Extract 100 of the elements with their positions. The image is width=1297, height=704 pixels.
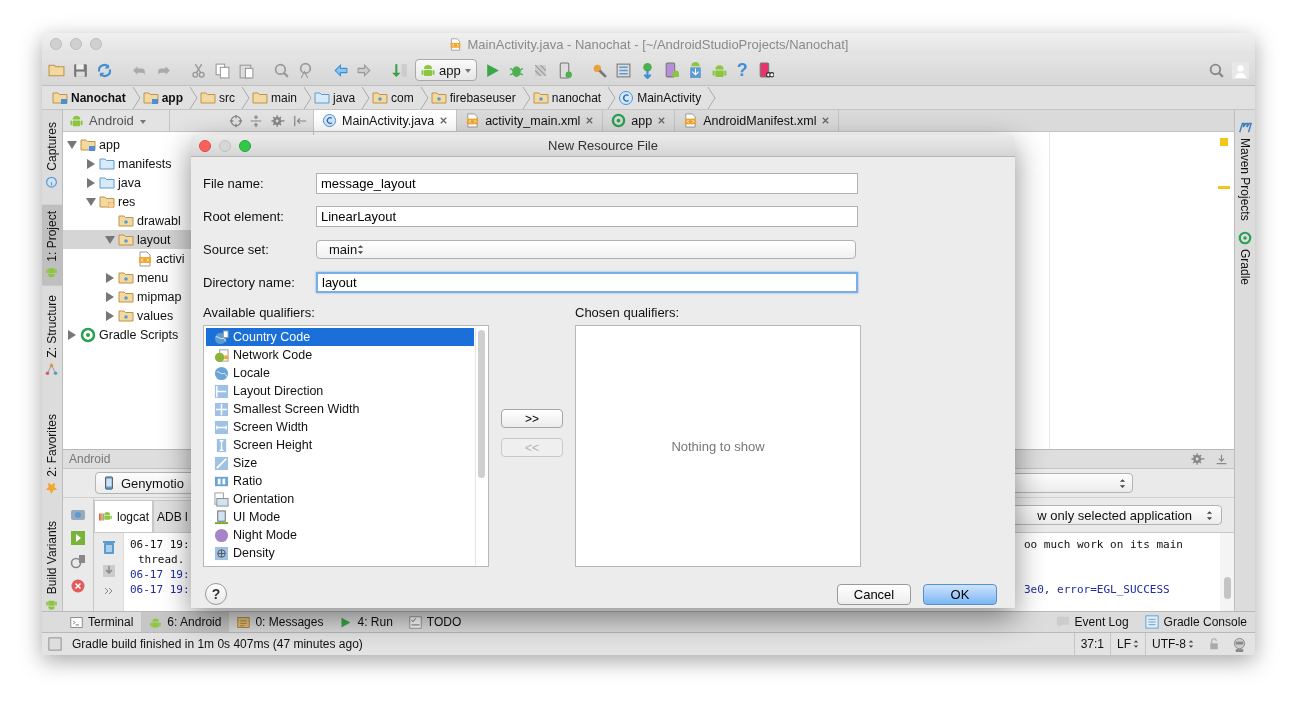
tool-window-tab[interactable]: 2: Favorites bbox=[42, 408, 62, 501]
tool-window-tab[interactable]: Z: Structure bbox=[42, 289, 62, 383]
breadcrumb-item[interactable]: main bbox=[250, 86, 313, 109]
close-icon[interactable] bbox=[585, 116, 595, 125]
close-icon[interactable] bbox=[657, 116, 667, 125]
screen-record-icon[interactable] bbox=[70, 554, 86, 570]
hide-icon[interactable] bbox=[293, 113, 307, 128]
record-icon[interactable] bbox=[70, 530, 86, 546]
text-field[interactable]: LinearLayout bbox=[316, 206, 858, 227]
tool-window-tab[interactable]: 6: Android bbox=[141, 612, 230, 632]
stop-icon[interactable] bbox=[70, 578, 86, 594]
tool-window-tab[interactable]: Event Log bbox=[1047, 612, 1137, 632]
expand-arrow-icon[interactable] bbox=[105, 271, 115, 284]
sync-icon[interactable] bbox=[96, 61, 113, 79]
locate-icon[interactable] bbox=[229, 113, 243, 128]
run-config-dropdown[interactable]: app bbox=[415, 59, 477, 81]
scrollbar-thumb[interactable] bbox=[478, 330, 485, 478]
panel-tab[interactable]: ADB l bbox=[153, 500, 192, 532]
tool-window-tab[interactable]: Gradle Console bbox=[1136, 612, 1255, 632]
expand-arrow-icon[interactable] bbox=[105, 309, 115, 322]
window-control-button[interactable] bbox=[70, 38, 82, 50]
breadcrumb-item[interactable]: java bbox=[312, 86, 371, 109]
editor-tab[interactable]: app bbox=[603, 110, 676, 131]
copy-icon[interactable] bbox=[214, 61, 231, 79]
back-arrow-icon[interactable] bbox=[332, 61, 349, 79]
breadcrumb-item[interactable]: Nanochat bbox=[50, 86, 141, 109]
tool-window-tab[interactable]: TODO bbox=[400, 612, 470, 632]
close-icon[interactable] bbox=[821, 116, 831, 125]
breadcrumb-item[interactable]: MainActivity bbox=[616, 86, 717, 109]
forward-arrow-icon[interactable] bbox=[356, 61, 373, 79]
trash-icon[interactable] bbox=[100, 539, 117, 555]
breadcrumb-item[interactable]: app bbox=[140, 86, 199, 109]
collapse-arrow-icon[interactable] bbox=[105, 233, 115, 246]
ok-button[interactable]: OK bbox=[923, 583, 997, 605]
list-item[interactable]: Size bbox=[206, 454, 474, 472]
line-separator-selector[interactable]: LF bbox=[1117, 637, 1131, 651]
search-icon[interactable] bbox=[1208, 61, 1225, 79]
list-item[interactable]: UI Mode bbox=[206, 508, 474, 526]
warning-marker[interactable] bbox=[1218, 186, 1230, 189]
window-control-button[interactable] bbox=[50, 38, 62, 50]
updown-icon[interactable] bbox=[1133, 639, 1139, 649]
cursor-position[interactable]: 37:1 bbox=[1073, 633, 1110, 655]
close-icon[interactable] bbox=[439, 116, 449, 125]
editor-tab[interactable]: activity_main.xml bbox=[457, 110, 604, 131]
cancel-button[interactable]: Cancel bbox=[837, 583, 911, 605]
help-button[interactable]: ? bbox=[205, 583, 227, 605]
tool-windows-icon[interactable] bbox=[48, 637, 62, 651]
editor-tab[interactable]: AndroidManifest.xml bbox=[675, 110, 840, 131]
tool-window-tab[interactable]: Captures bbox=[42, 116, 62, 195]
window-control-button[interactable] bbox=[199, 140, 211, 152]
tree-item[interactable]: res bbox=[63, 192, 313, 211]
breadcrumb-item[interactable]: nanochat bbox=[530, 86, 617, 109]
tool-window-tab[interactable]: Build Variants bbox=[42, 514, 62, 618]
list-item[interactable]: Screen Height bbox=[206, 436, 474, 454]
expand-arrow-icon[interactable] bbox=[105, 290, 115, 303]
scissors-icon[interactable] bbox=[190, 61, 207, 79]
tool-window-tab[interactable]: Terminal bbox=[62, 612, 142, 632]
tool-window-tab[interactable]: 4: Run bbox=[331, 612, 401, 632]
encoding-selector[interactable]: UTF-8 bbox=[1152, 637, 1186, 651]
updown-icon[interactable] bbox=[1188, 639, 1194, 649]
download-icon[interactable] bbox=[1215, 452, 1228, 466]
tree-item[interactable]: app bbox=[63, 135, 313, 154]
lock-icon[interactable] bbox=[1208, 638, 1220, 650]
collapse-arrow-icon[interactable] bbox=[86, 195, 96, 208]
tool-window-tab[interactable]: Gradle bbox=[1238, 228, 1252, 287]
settings-icon[interactable] bbox=[269, 113, 287, 128]
settings-icon[interactable] bbox=[1189, 452, 1207, 466]
save-icon[interactable] bbox=[72, 61, 89, 79]
import-icon[interactable] bbox=[100, 563, 117, 579]
window-control-button[interactable] bbox=[90, 38, 102, 50]
tool-window-tab[interactable]: 1: Project bbox=[42, 204, 62, 286]
collapse-arrow-icon[interactable] bbox=[67, 138, 77, 151]
editor-tab[interactable]: MainActivity.java bbox=[314, 110, 458, 131]
more-icon[interactable] bbox=[104, 587, 113, 595]
breadcrumb-item[interactable]: src bbox=[198, 86, 251, 109]
text-field[interactable]: message_layout bbox=[316, 173, 858, 194]
tree-item[interactable]: manifests bbox=[63, 154, 313, 173]
select-field[interactable]: main bbox=[316, 240, 856, 259]
tool-window-tab[interactable]: Maven Projects bbox=[1238, 118, 1252, 223]
replace-icon[interactable] bbox=[297, 61, 314, 79]
expand-arrow-icon[interactable] bbox=[67, 328, 77, 341]
list-item[interactable]: Network Code bbox=[206, 346, 474, 364]
add-button[interactable]: >> bbox=[501, 409, 563, 428]
list-item[interactable]: Layout Direction bbox=[206, 382, 474, 400]
collapse-icon[interactable] bbox=[249, 113, 263, 128]
text-field[interactable]: layout bbox=[316, 272, 858, 293]
list-item[interactable]: Smallest Screen Width bbox=[206, 400, 474, 418]
list-item[interactable]: Density bbox=[206, 544, 474, 562]
list-item[interactable]: Country Code bbox=[206, 328, 474, 346]
breadcrumb-item[interactable]: com bbox=[370, 86, 429, 109]
inspector-icon[interactable] bbox=[1232, 636, 1247, 652]
window-control-button[interactable] bbox=[219, 140, 231, 152]
build-icon[interactable] bbox=[391, 61, 408, 79]
expand-arrow-icon[interactable] bbox=[86, 157, 96, 170]
expand-arrow-icon[interactable] bbox=[86, 176, 96, 189]
list-item[interactable]: Night Mode bbox=[206, 526, 474, 544]
search-icon[interactable] bbox=[273, 61, 290, 79]
scrollbar-thumb[interactable] bbox=[1223, 577, 1231, 599]
list-item[interactable]: Screen Width bbox=[206, 418, 474, 436]
breadcrumb-item[interactable]: firebaseuser bbox=[428, 86, 531, 109]
